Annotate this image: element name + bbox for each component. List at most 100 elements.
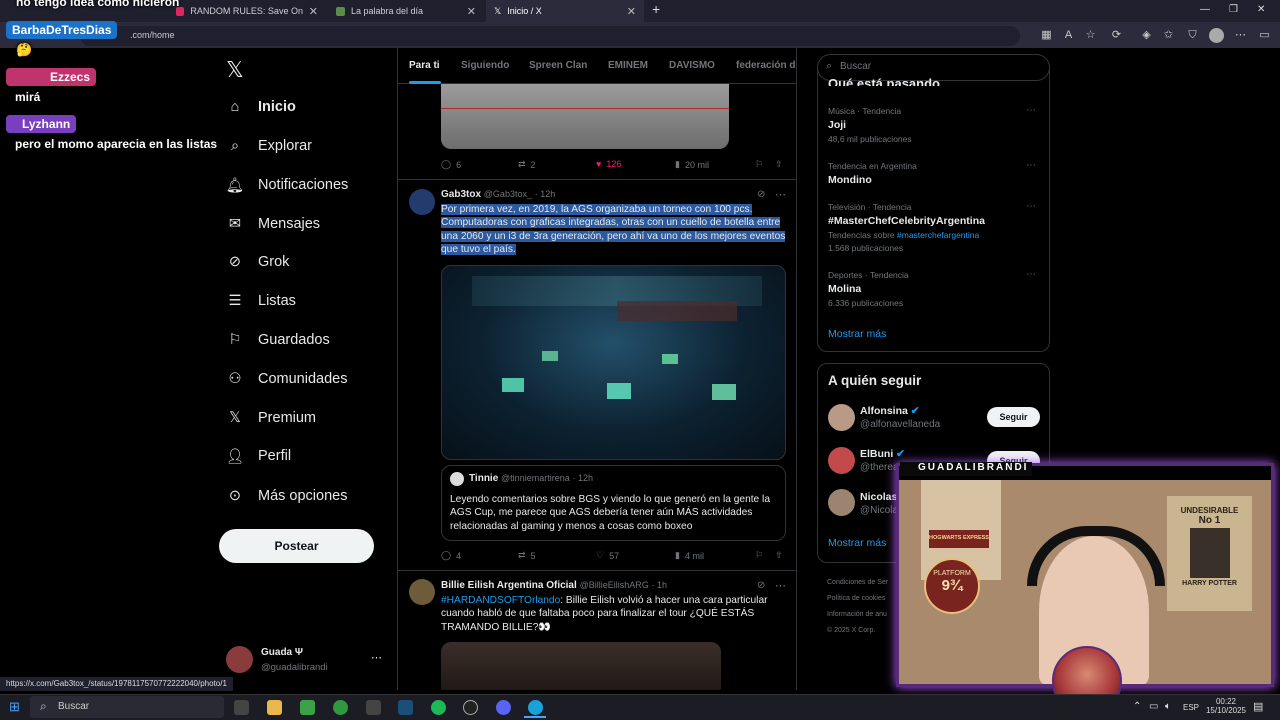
tweet-time[interactable]: · 1h bbox=[652, 580, 668, 590]
tweet-time[interactable]: · 12h bbox=[535, 189, 556, 199]
trend-name[interactable]: #MasterChefCelebrityArgentina bbox=[828, 215, 985, 227]
browser-tab-1[interactable]: RANDOM RULES: Save One Song - ✕ bbox=[168, 0, 326, 22]
app-icon[interactable] bbox=[300, 700, 315, 715]
hashtag-link[interactable]: #HARDANDSOFTOrlando bbox=[441, 595, 560, 606]
refresh-icon[interactable]: ⟳ bbox=[1110, 29, 1123, 42]
favorites-icon[interactable]: ✩ bbox=[1162, 29, 1175, 42]
minimize-icon[interactable]: — bbox=[1200, 4, 1210, 15]
avatar[interactable] bbox=[409, 579, 435, 605]
maximize-icon[interactable]: ❐ bbox=[1229, 4, 1238, 15]
tab-siguiendo[interactable]: Siguiendo bbox=[461, 60, 509, 71]
reply-button[interactable]: ◯ 4 bbox=[441, 550, 461, 561]
address-bar[interactable]: .com/home bbox=[80, 26, 1020, 46]
more-dots-icon[interactable]: ⋯ bbox=[1026, 201, 1036, 212]
grok-icon[interactable]: ⊘ bbox=[757, 189, 765, 200]
nav-item-grok[interactable]: ⊘ Grok bbox=[226, 247, 290, 277]
close-tab-icon[interactable]: ✕ bbox=[627, 5, 636, 18]
reply-button[interactable]: ◯ 6 bbox=[441, 159, 461, 170]
nav-item-perfil[interactable]: 👤︎ Perfil bbox=[226, 441, 291, 471]
footer-link[interactable]: Condiciones de Ser bbox=[827, 575, 888, 591]
clock[interactable]: 00:22 15/10/2025 bbox=[1205, 697, 1247, 715]
taskbar-search-input[interactable]: ⌕ Buscar bbox=[30, 696, 224, 718]
windows-start-icon[interactable]: ⊞ bbox=[9, 700, 22, 713]
follow-button[interactable]: Seguir bbox=[987, 407, 1040, 427]
tab-spreen-clan[interactable]: Spreen Clan bbox=[529, 60, 587, 71]
bookmark-icon[interactable]: ⚐ bbox=[755, 550, 763, 561]
author-name[interactable]: Billie Eilish Argentina Oficial bbox=[441, 580, 577, 591]
avatar[interactable] bbox=[226, 646, 253, 673]
tweet-image[interactable] bbox=[441, 642, 721, 690]
close-tab-icon[interactable]: ✕ bbox=[467, 5, 476, 18]
task-view-icon[interactable] bbox=[234, 700, 249, 715]
nav-item-mensajes[interactable]: ✉ Mensajes bbox=[226, 209, 320, 239]
star-icon[interactable]: ☆ bbox=[1084, 29, 1097, 42]
spotify-icon[interactable] bbox=[431, 700, 446, 715]
trend-name[interactable]: Mondino bbox=[828, 174, 872, 186]
close-tab-icon[interactable]: ✕ bbox=[309, 5, 318, 18]
author-handle[interactable]: @Gab3tox_ bbox=[484, 189, 532, 199]
more-dots-icon[interactable]: ⋯ bbox=[1026, 105, 1036, 116]
avatar[interactable] bbox=[828, 404, 855, 431]
nav-item-premium[interactable]: 𝕏 Premium bbox=[226, 403, 316, 433]
edge-icon[interactable] bbox=[528, 700, 543, 715]
profile-avatar-icon[interactable] bbox=[1209, 28, 1224, 43]
nav-item-notificaciones[interactable]: 🔔︎ Notificaciones bbox=[226, 170, 348, 200]
read-aloud-icon[interactable]: A bbox=[1062, 29, 1075, 42]
follow-name[interactable]: ElBuni ✔ bbox=[860, 448, 905, 460]
discord-icon[interactable] bbox=[496, 700, 511, 715]
trend-name[interactable]: Joji bbox=[828, 119, 846, 131]
x-logo-icon[interactable]: 𝕏 bbox=[226, 57, 244, 83]
tab-davismo[interactable]: DAVISMO bbox=[669, 60, 715, 71]
browser-tab-3[interactable]: 𝕏 Inicio / X ✕ bbox=[486, 0, 644, 22]
avatar[interactable] bbox=[828, 489, 855, 516]
nav-item-explorar[interactable]: ⌕ Explorar bbox=[226, 131, 312, 161]
bookmark-icon[interactable]: ⚐ bbox=[755, 159, 763, 170]
more-dots-icon[interactable]: ⋯ bbox=[775, 579, 786, 592]
nav-item-mas-opciones[interactable]: ⊙ Más opciones bbox=[226, 481, 348, 511]
footer-link[interactable]: Política de cookies bbox=[827, 591, 888, 607]
network-icon[interactable]: ▭ bbox=[1149, 701, 1158, 712]
more-dots-icon[interactable]: ⋯ bbox=[775, 188, 786, 201]
grok-icon[interactable]: ⊘ bbox=[757, 580, 765, 591]
language-indicator[interactable]: ESP bbox=[1183, 703, 1199, 712]
show-more-link[interactable]: Mostrar más bbox=[828, 537, 886, 549]
avatar[interactable] bbox=[450, 472, 464, 486]
chevron-up-icon[interactable]: ⌃ bbox=[1133, 701, 1141, 712]
previous-tweet-image[interactable] bbox=[441, 84, 729, 149]
more-dots-icon[interactable]: ⋯ bbox=[1026, 269, 1036, 280]
more-dots-icon[interactable]: ⋯ bbox=[371, 651, 382, 664]
share-icon[interactable]: ⇧ bbox=[775, 159, 783, 170]
like-button[interactable]: ♡ 57 bbox=[596, 550, 619, 561]
avatar[interactable] bbox=[828, 447, 855, 474]
trend-name[interactable]: Molina bbox=[828, 283, 861, 295]
like-button[interactable]: ♥ 126 bbox=[596, 159, 621, 169]
xbox-icon[interactable] bbox=[333, 700, 348, 715]
avatar[interactable] bbox=[409, 189, 435, 215]
nav-item-comunidades[interactable]: ⚇ Comunidades bbox=[226, 364, 348, 394]
tab-federacion[interactable]: federación de bbox=[736, 60, 796, 71]
shield-icon[interactable]: ⛉ bbox=[1186, 29, 1199, 42]
file-explorer-icon[interactable] bbox=[267, 700, 282, 715]
obs-icon[interactable] bbox=[463, 700, 478, 715]
quote-tweet[interactable]: Tinnie @tinniemartirena · 12h Leyendo co… bbox=[441, 465, 786, 541]
notification-icon[interactable]: ▤ bbox=[1253, 700, 1263, 713]
post-button[interactable]: Postear bbox=[219, 529, 374, 563]
repost-button[interactable]: ⇄ 5 bbox=[518, 550, 536, 561]
plus-icon[interactable]: + bbox=[652, 1, 660, 17]
extension-icon[interactable]: ◈ bbox=[1140, 29, 1153, 42]
close-window-icon[interactable]: ✕ bbox=[1257, 4, 1265, 15]
author-handle[interactable]: @BillieEilishARG bbox=[580, 580, 649, 590]
author-name[interactable]: Gab3tox bbox=[441, 189, 481, 200]
apps-icon[interactable]: ▦ bbox=[1040, 29, 1053, 42]
epic-games-icon[interactable] bbox=[366, 700, 381, 715]
nav-item-inicio[interactable]: ⌂ Inicio bbox=[226, 92, 296, 122]
share-icon[interactable]: ⇧ bbox=[775, 550, 783, 561]
tab-para-ti[interactable]: Para ti bbox=[409, 60, 440, 71]
repost-button[interactable]: ⇄ 2 bbox=[518, 159, 536, 170]
tweet-image[interactable] bbox=[441, 265, 786, 460]
nav-item-listas[interactable]: ☰ Listas bbox=[226, 286, 296, 316]
show-more-link[interactable]: Mostrar más bbox=[828, 328, 886, 340]
nav-item-guardados[interactable]: ⚐ Guardados bbox=[226, 325, 330, 355]
more-dots-icon[interactable]: ⋯ bbox=[1026, 160, 1036, 171]
volume-icon[interactable]: 🔈︎ bbox=[1165, 701, 1171, 712]
